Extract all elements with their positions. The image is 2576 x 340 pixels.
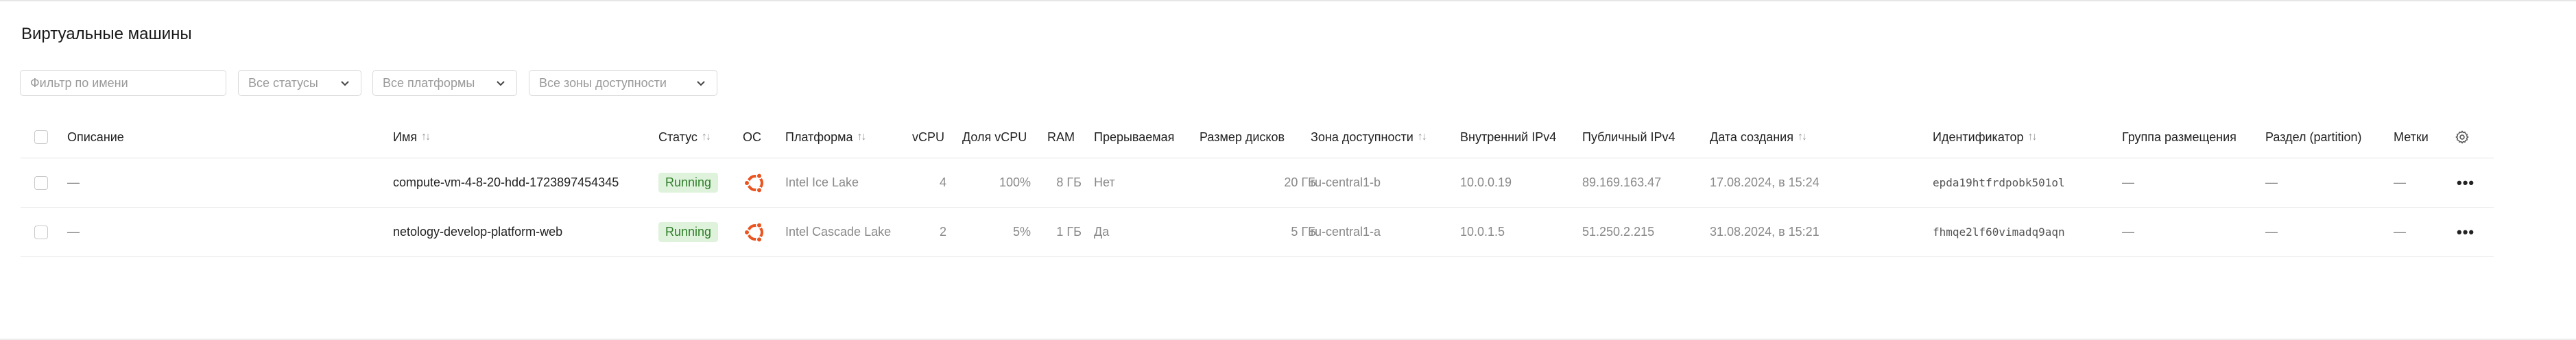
col-placement-group: Группа размещения [2122,130,2237,144]
sort-icon: ↑↓ [701,131,711,143]
row-disk-size: 20 ГБ [1284,175,1316,189]
row-created: 17.08.2024, в 15:24 [1710,175,1820,189]
status-badge-label: Running [658,222,719,242]
table-row[interactable]: — compute-vm-4-8-20-hdd-1723897454345 Ru… [21,158,2494,208]
col-created-label: Дата создания [1710,130,1793,144]
zone-filter-value: Все зоны доступности [539,75,667,90]
page-title: Виртуальные машины [21,25,192,43]
ubuntu-icon [743,208,767,256]
row-platform: Intel Cascade Lake [785,225,892,239]
sort-icon: ↑↓ [2027,131,2038,143]
chevron-down-icon [341,81,349,86]
row-vcpu-share: 5% [1012,225,1031,239]
chevron-down-icon [697,81,705,86]
status-badge: Running [658,158,719,207]
row-platform: Intel Ice Lake [785,175,859,189]
col-vcpu: vCPU [912,130,945,144]
col-disk-size: Размер дисков [1200,130,1285,144]
table-header: Описание Имя ↑↓ Статус ↑↓ ОС Платформа ↑↓ v… [21,117,2494,158]
platform-filter-value: Все платформы [383,75,475,90]
row-public-ip: 51.250.2.215 [1582,225,1655,239]
row-description: — [67,175,80,189]
table-row[interactable]: — netology-develop-platform-web Running … [21,208,2494,257]
col-id[interactable]: Идентификатор ↑↓ [1933,117,2038,158]
select-all-checkbox[interactable] [34,117,48,158]
row-ram: 8 ГБ [1056,175,1082,189]
col-status-label: Статус [658,130,697,144]
row-name-link[interactable]: netology-develop-platform-web [393,208,562,256]
row-checkbox[interactable] [34,158,48,207]
row-checkbox[interactable] [34,208,48,256]
col-internal-ip: Внутренний IPv4 [1460,130,1557,144]
col-ram: RAM [1047,130,1075,144]
row-partition: — [2265,175,2278,189]
name-filter-input[interactable]: Фильтр по имени [20,70,226,96]
table-settings-button[interactable] [2455,117,2470,158]
row-vcpu: 2 [939,225,946,239]
status-badge: Running [658,208,719,256]
sort-icon: ↑↓ [1417,131,1427,143]
top-border [0,0,2576,1]
row-preemptible: Нет [1094,175,1115,189]
row-preemptible: Да [1094,225,1110,239]
row-labels: — [2394,175,2406,189]
status-filter-select[interactable]: Все статусы [238,70,361,96]
row-internal-ip: 10.0.1.5 [1460,225,1505,239]
col-labels: Метки [2394,130,2429,144]
row-placement-group: — [2122,175,2134,189]
col-platform[interactable]: Платформа ↑↓ [785,117,867,158]
row-name-link[interactable]: compute-vm-4-8-20-hdd-1723897454345 [393,158,619,207]
sort-icon: ↑↓ [1797,131,1807,143]
row-ram: 1 ГБ [1056,225,1082,239]
col-id-label: Идентификатор [1933,130,2024,144]
sort-icon: ↑↓ [857,131,867,143]
ubuntu-icon [743,158,767,207]
col-preemptible: Прерываемая [1094,130,1175,144]
row-actions-menu-button[interactable]: ••• [2457,158,2474,207]
col-status[interactable]: Статус ↑↓ [658,117,711,158]
col-created[interactable]: Дата создания ↑↓ [1710,117,1807,158]
row-zone: ru-central1-b [1311,175,1381,189]
chevron-down-icon [497,81,505,86]
status-badge-label: Running [658,173,719,193]
row-vcpu: 4 [939,175,946,189]
row-placement-group: — [2122,225,2134,239]
row-vcpu-share: 100% [999,175,1031,189]
row-labels: — [2394,225,2406,239]
platform-filter-select[interactable]: Все платформы [372,70,517,96]
row-id: fhmqe2lf60vimadq9aqn [1933,226,2065,239]
row-description: — [67,225,80,239]
col-public-ip: Публичный IPv4 [1582,130,1675,144]
col-os: ОС [743,130,761,144]
col-name[interactable]: Имя ↑↓ [393,117,431,158]
sort-icon: ↑↓ [421,131,431,143]
row-id: epda19htfrdpobk501ol [1933,176,2065,189]
gear-icon [2455,130,2469,144]
col-description: Описание [67,130,124,144]
col-vcpu-share: Доля vCPU [962,130,1027,144]
col-platform-label: Платформа [785,130,853,144]
row-zone: ru-central1-a [1311,225,1381,239]
col-zone-label: Зона доступности [1311,130,1414,144]
zone-filter-select[interactable]: Все зоны доступности [529,70,717,96]
row-created: 31.08.2024, в 15:21 [1710,225,1820,239]
row-internal-ip: 10.0.0.19 [1460,175,1512,189]
row-disk-size: 5 ГБ [1291,225,1316,239]
row-partition: — [2265,225,2278,239]
row-public-ip: 89.169.163.47 [1582,175,1662,189]
col-name-label: Имя [393,130,418,144]
row-actions-menu-button[interactable]: ••• [2457,208,2474,256]
name-filter-placeholder: Фильтр по имени [30,75,128,90]
status-filter-value: Все статусы [248,75,318,90]
col-zone[interactable]: Зона доступности ↑↓ [1311,117,1427,158]
col-partition: Раздел (partition) [2265,130,2362,144]
